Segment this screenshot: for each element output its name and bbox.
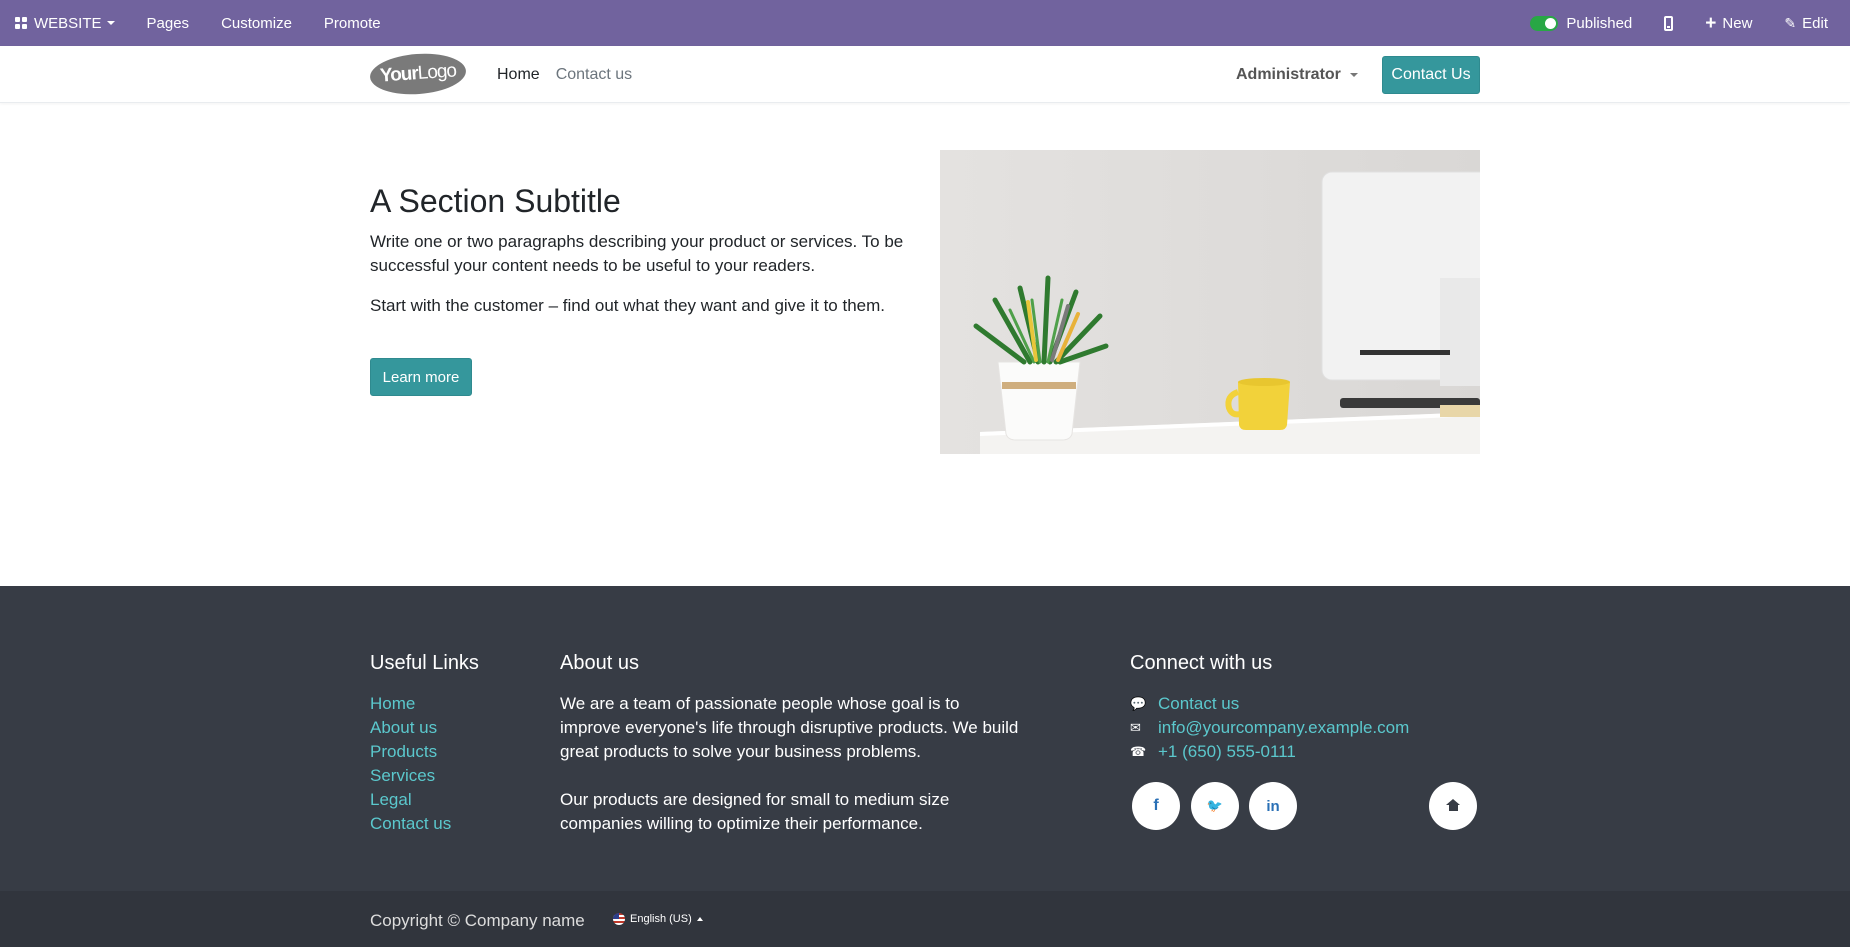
learn-more-button[interactable]: Learn more <box>370 358 472 396</box>
pages-menu[interactable]: Pages <box>131 0 206 46</box>
useful-links-list: Home About us Products Services Legal Co… <box>370 692 451 836</box>
desk-illustration <box>940 150 1480 454</box>
contact-us-button[interactable]: Contact Us <box>1382 56 1480 94</box>
nav-item-contact-us[interactable]: Contact us <box>556 66 632 84</box>
about-us-paragraph-1: We are a team of passionate people whose… <box>560 694 1019 761</box>
mobile-phone-icon <box>1664 15 1674 31</box>
copyright-bar: Copyright © Company name English (US) <box>0 891 1850 947</box>
connect-contact-link[interactable]: Contact us <box>1158 692 1239 716</box>
twitter-button[interactable]: 🐦 <box>1191 782 1239 830</box>
nav-item-home[interactable]: Home <box>497 66 540 84</box>
promote-menu[interactable]: Promote <box>308 0 397 46</box>
facebook-button[interactable]: f <box>1132 782 1180 830</box>
caret-down-icon <box>1349 72 1358 77</box>
apps-grid-icon <box>15 17 27 29</box>
website-menu[interactable]: WEBSITE <box>0 0 131 46</box>
site-footer: Useful Links Home About us Products Serv… <box>0 586 1850 891</box>
edit-button[interactable]: ✎ Edit <box>1768 0 1844 46</box>
edit-label: Edit <box>1802 14 1828 32</box>
caret-down-icon <box>106 21 115 25</box>
contact-row: 💬 Contact us <box>1130 692 1409 716</box>
mobile-preview-button[interactable] <box>1648 0 1689 46</box>
footer-link-legal[interactable]: Legal <box>370 788 451 812</box>
email-row: ✉ info@yourcompany.example.com <box>1130 716 1409 740</box>
comment-icon: 💬 <box>1130 696 1147 711</box>
published-toggle[interactable]: Published <box>1514 0 1648 46</box>
about-us-heading: About us <box>560 652 639 674</box>
hero-paragraph-1: Write one or two paragraphs describing y… <box>370 232 904 275</box>
language-label: English (US) <box>630 913 692 925</box>
useful-links-heading: Useful Links <box>370 652 479 674</box>
hero-image <box>940 150 1480 454</box>
envelope-icon: ✉ <box>1130 720 1141 735</box>
footer-link-services[interactable]: Services <box>370 764 451 788</box>
phone-row: ☎ +1 (650) 555-0111 <box>1130 740 1409 764</box>
copyright-text: Copyright © Company name <box>370 911 585 930</box>
connect-heading: Connect with us <box>1130 652 1273 674</box>
user-menu[interactable]: Administrator <box>1236 46 1358 103</box>
customize-menu[interactable]: Customize <box>205 0 308 46</box>
connect-list: 💬 Contact us ✉ info@yourcompany.example.… <box>1130 692 1409 764</box>
footer-link-products[interactable]: Products <box>370 740 451 764</box>
plus-icon: + <box>1705 12 1717 34</box>
home-button[interactable] <box>1429 782 1477 830</box>
logo-text-light: Logo <box>417 60 457 84</box>
phone-icon: ☎ <box>1130 744 1147 759</box>
footer-link-home[interactable]: Home <box>370 692 451 716</box>
section-subtitle: A Section Subtitle <box>370 183 621 219</box>
language-selector[interactable]: English (US) <box>613 913 703 925</box>
new-button[interactable]: + New <box>1689 0 1768 46</box>
us-flag-icon <box>613 913 625 925</box>
user-menu-label: Administrator <box>1236 65 1341 83</box>
twitter-icon: 🐦 <box>1206 798 1224 813</box>
admin-bar: WEBSITE Pages Customize Promote Publishe… <box>0 0 1850 46</box>
linkedin-icon: in <box>1266 797 1280 815</box>
published-label: Published <box>1566 14 1633 32</box>
pencil-icon: ✎ <box>1784 14 1797 31</box>
footer-link-contact-us[interactable]: Contact us <box>370 812 451 836</box>
caret-up-icon <box>696 917 703 921</box>
connect-phone-link[interactable]: +1 (650) 555-0111 <box>1158 740 1296 764</box>
facebook-icon: f <box>1153 797 1159 814</box>
home-icon <box>1445 799 1460 812</box>
connect-email-link[interactable]: info@yourcompany.example.com <box>1158 716 1409 740</box>
toggle-switch-icon <box>1530 15 1559 31</box>
site-logo[interactable]: Your Logo <box>368 50 468 98</box>
about-us-paragraph-2: Our products are designed for small to m… <box>560 790 950 833</box>
hero-paragraph-2: Start with the customer – find out what … <box>370 296 885 315</box>
linkedin-button[interactable]: in <box>1249 782 1297 830</box>
logo-text-bold: Your <box>379 63 419 87</box>
new-label: New <box>1722 14 1753 32</box>
site-header: Your Logo Home Contact us Administrator C… <box>0 46 1850 103</box>
main-nav: Home Contact us <box>497 46 648 103</box>
website-menu-label: WEBSITE <box>34 14 102 32</box>
footer-link-about-us[interactable]: About us <box>370 716 451 740</box>
